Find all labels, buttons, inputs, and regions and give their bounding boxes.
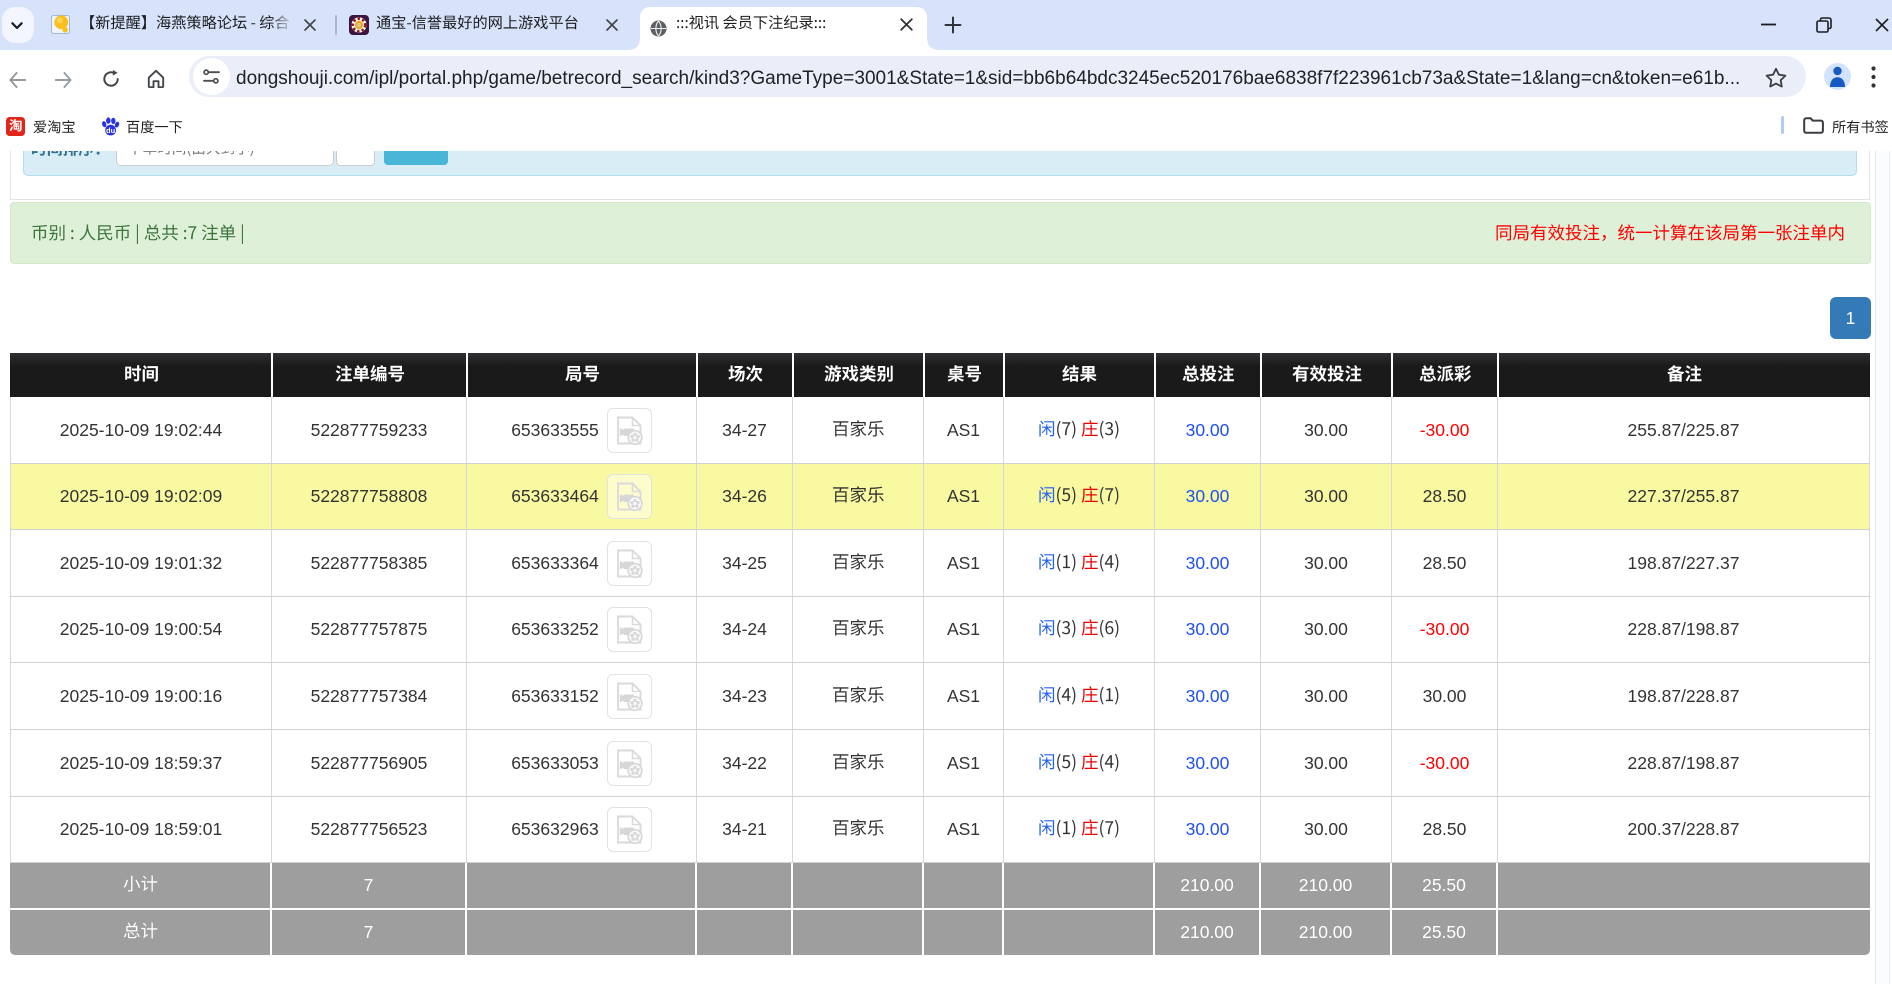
svg-text:du: du: [106, 126, 116, 135]
